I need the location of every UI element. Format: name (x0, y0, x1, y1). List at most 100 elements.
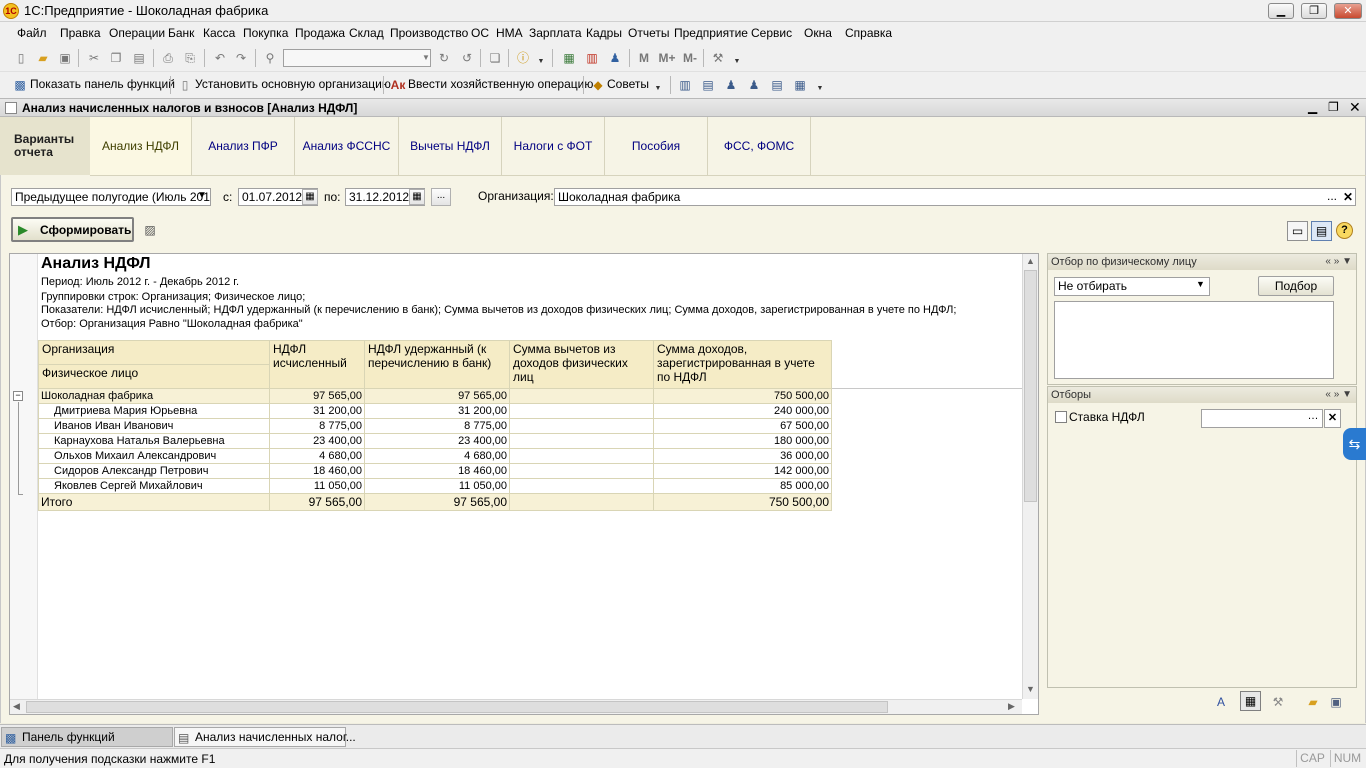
tips-dropdown-icon[interactable]: ▼ (650, 81, 666, 97)
find-previous-icon[interactable]: ↺ (459, 50, 475, 66)
scroll-down-icon[interactable]: ▼ (1026, 684, 1035, 694)
windows-list-icon[interactable]: ❏ (487, 50, 503, 66)
open-settings-icon[interactable]: ▰ (1305, 694, 1321, 710)
teamviewer-icon[interactable]: ⇆ (1343, 428, 1366, 460)
print-preview-icon[interactable]: ⎘ (182, 50, 198, 66)
organization-clear-icon[interactable]: ✕ (1341, 189, 1355, 205)
enter-business-operation-button[interactable]: Ввести хозяйственную операцию (408, 77, 593, 91)
calculator-icon[interactable]: ▦ (561, 50, 577, 66)
vertical-scrollbar[interactable]: ▲ ▼ (1022, 254, 1038, 699)
minimize-button[interactable]: ▁ (1268, 3, 1294, 19)
taskbar-report-window[interactable]: ▤ Анализ начисленных налог... (174, 727, 356, 747)
paste-icon[interactable]: ▤ (131, 50, 147, 66)
tab-fssns-analysis[interactable]: Анализ ФССНС (295, 117, 399, 175)
show-function-panel-button[interactable]: Показать панель функций (30, 77, 175, 91)
person-filter-select[interactable]: Не отбирать (1054, 277, 1210, 296)
group-row[interactable]: Шоколадная фабрика 97 565,00 97 565,00 7… (38, 388, 832, 404)
search-dropdown-icon[interactable]: ▼ (418, 50, 434, 66)
settings-panel-icon[interactable]: ▤ (1311, 221, 1332, 241)
tips-button[interactable]: Советы (607, 77, 649, 91)
table-row[interactable]: Яковлев Сергей Михайлович 11 050,00 11 0… (38, 478, 832, 494)
menu-operations[interactable]: Операции (109, 26, 165, 40)
total-row[interactable]: Итого 97 565,00 97 565,00 750 500,00 (38, 493, 832, 511)
users-icon[interactable]: ♟ (607, 50, 623, 66)
staff-icon[interactable]: ♟ (746, 77, 762, 93)
organization-input[interactable]: Шоколадная фабрика (554, 188, 1356, 206)
memory-minus-icon[interactable]: M- (679, 50, 701, 66)
info-icon[interactable]: ⓘ (515, 50, 531, 66)
search-icon[interactable]: ⚲ (262, 50, 278, 66)
copy-icon[interactable]: ❐ (108, 50, 124, 66)
print-icon[interactable]: ⎙ (160, 50, 176, 66)
new-document-icon[interactable]: ▯ (13, 50, 29, 66)
menu-enterprise[interactable]: Предприятие (674, 26, 748, 40)
period-select[interactable]: Предыдущее полугодие (Июль 2012 (11, 188, 211, 206)
report-area[interactable]: Анализ НДФЛ Период: Июль 2012 г. - Декаб… (9, 253, 1039, 715)
horizontal-scrollbar[interactable]: ◀ ▶ (10, 699, 1022, 714)
vertical-scroll-thumb[interactable] (1024, 270, 1037, 502)
ndfl-rate-clear-icon[interactable]: ✕ (1324, 409, 1341, 428)
period-dropdown-icon[interactable]: ▼ (194, 189, 210, 205)
menu-cash[interactable]: Касса (203, 26, 235, 40)
ndfl-rate-checkbox[interactable] (1055, 411, 1067, 423)
tab-ndfl-analysis[interactable]: Анализ НДФЛ (90, 117, 192, 175)
memory-m-icon[interactable]: M (636, 50, 652, 66)
close-window-button[interactable]: ✕ (1334, 3, 1362, 19)
collapse-group-icon[interactable]: − (13, 391, 23, 401)
doc-minimize-button[interactable]: ▁ (1308, 100, 1317, 114)
menu-service[interactable]: Сервис (751, 26, 792, 40)
tools-dropdown-icon[interactable]: ▼ (729, 54, 745, 70)
report-icon[interactable]: ▥ (677, 77, 693, 93)
find-next-icon[interactable]: ↻ (436, 50, 452, 66)
tab-pfr-analysis[interactable]: Анализ ПФР (192, 117, 295, 175)
scroll-left-icon[interactable]: ◀ (13, 701, 20, 712)
menu-windows[interactable]: Окна (804, 26, 832, 40)
person-list-box[interactable] (1054, 301, 1334, 379)
memory-plus-icon[interactable]: M+ (656, 50, 678, 66)
save-icon[interactable]: ▣ (57, 50, 73, 66)
menu-bank[interactable]: Банк (168, 26, 194, 40)
doc-close-button[interactable]: ✕ (1349, 99, 1361, 116)
menu-sales[interactable]: Продажа (295, 26, 345, 40)
tools-settings-icon[interactable]: ⚒ (1270, 694, 1286, 710)
calendar-icon[interactable]: ▥ (584, 50, 600, 66)
report-settings-icon[interactable]: ▨ (142, 222, 158, 238)
pick-button[interactable]: Подбор (1258, 276, 1334, 296)
tab-ndfl-deductions[interactable]: Вычеты НДФЛ (399, 117, 502, 175)
menu-hr[interactable]: Кадры (586, 26, 622, 40)
menu-warehouse[interactable]: Склад (349, 26, 384, 40)
toggle-panel-icon[interactable]: ▭ (1287, 221, 1308, 241)
menu-production[interactable]: Производство (390, 26, 468, 40)
set-main-organization-button[interactable]: Установить основную организацию (195, 77, 391, 91)
horizontal-scroll-thumb[interactable] (26, 701, 888, 713)
menu-help[interactable]: Справка (845, 26, 892, 40)
date-to-calendar-icon[interactable]: ▦ (409, 189, 425, 205)
ndfl-rate-choose-button[interactable]: … (1305, 410, 1321, 422)
menu-salary[interactable]: Зарплата (529, 26, 582, 40)
menu-edit[interactable]: Правка (60, 26, 101, 40)
employees-icon[interactable]: ♟ (723, 77, 739, 93)
settings-report-icon[interactable]: ▦ (792, 77, 808, 93)
tools-icon[interactable]: ⚒ (710, 50, 726, 66)
table-view-icon[interactable]: ▦ (1240, 691, 1261, 711)
menu-nma[interactable]: НМА (496, 26, 523, 40)
more-dropdown-icon[interactable]: ▼ (812, 81, 828, 97)
redo-icon[interactable]: ↷ (233, 50, 249, 66)
period-dialog-button[interactable]: ... (431, 188, 451, 206)
menu-os[interactable]: ОС (471, 26, 489, 40)
tab-fss-foms[interactable]: ФСС, ФОМС (708, 117, 811, 175)
register-icon[interactable]: ▤ (700, 77, 716, 93)
menu-reports[interactable]: Отчеты (628, 26, 669, 40)
journal-icon[interactable]: ▤ (769, 77, 785, 93)
tab-benefits[interactable]: Пособия (605, 117, 708, 175)
menu-purchase[interactable]: Покупка (243, 26, 288, 40)
doc-restore-button[interactable]: ❐ (1328, 100, 1339, 114)
table-row[interactable]: Карнаухова Наталья Валерьевна 23 400,00 … (38, 433, 832, 449)
table-row[interactable]: Дмитриева Мария Юрьевна 31 200,00 31 200… (38, 403, 832, 419)
panel-nav-icon[interactable]: « » ▼ (1325, 254, 1352, 270)
generate-report-button[interactable]: ▶ Сформировать (11, 217, 134, 242)
tab-payroll-taxes[interactable]: Налоги с ФОТ (502, 117, 605, 175)
menu-file[interactable]: Файл (17, 26, 47, 40)
person-filter-dropdown-icon[interactable]: ▼ (1196, 279, 1205, 289)
organization-choose-button[interactable]: ... (1324, 189, 1340, 205)
